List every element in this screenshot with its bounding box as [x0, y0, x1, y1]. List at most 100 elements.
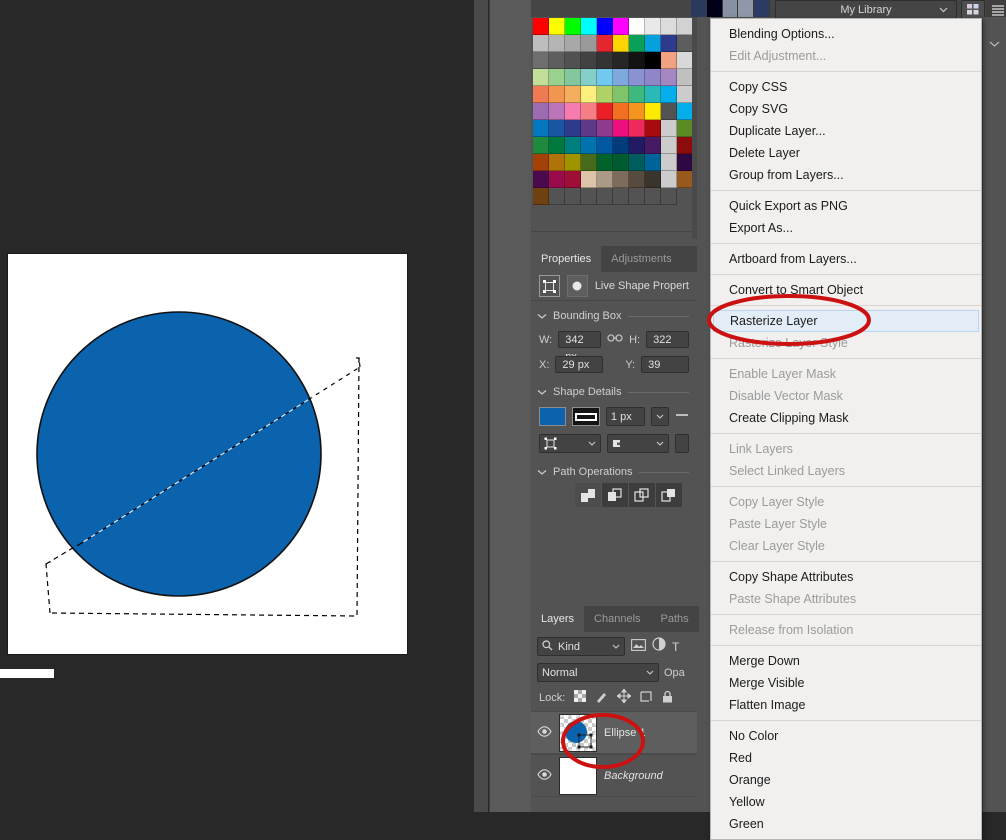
- layer-name-background[interactable]: Background: [604, 770, 663, 782]
- menu-item-flatten-image[interactable]: Flatten Image: [711, 694, 981, 716]
- swatch-5-3[interactable]: [581, 103, 597, 120]
- menu-item-copy-css[interactable]: Copy CSS: [711, 76, 981, 98]
- swatch-8-0[interactable]: [677, 137, 693, 154]
- swatch-10-5[interactable]: [597, 188, 613, 205]
- swatch-6-5[interactable]: [597, 120, 613, 137]
- fg-swatch-0[interactable]: [691, 0, 707, 17]
- section-path-operations[interactable]: Path Operations: [531, 457, 697, 483]
- swatch-9-9[interactable]: [661, 171, 677, 188]
- swatch-3-6[interactable]: [629, 69, 645, 86]
- swatch-0-5[interactable]: [613, 18, 629, 35]
- swatch-1-6[interactable]: [629, 35, 645, 52]
- menu-item-merge-down[interactable]: Merge Down: [711, 650, 981, 672]
- height-input[interactable]: 322: [646, 331, 689, 348]
- menu-item-blending-options[interactable]: Blending Options...: [711, 23, 981, 45]
- swatch-4-2[interactable]: [565, 86, 581, 103]
- combine-shapes-icon[interactable]: [575, 483, 602, 507]
- fg-swatch-3[interactable]: [738, 0, 755, 17]
- swatch-3-8[interactable]: [661, 69, 677, 86]
- menu-item-create-clipping-mask[interactable]: Create Clipping Mask: [711, 407, 981, 429]
- chevron-down-icon[interactable]: [537, 307, 547, 325]
- right-collapsed-rail[interactable]: [982, 17, 1006, 812]
- swatch-2-9[interactable]: [677, 52, 693, 69]
- menu-item-duplicate-layer[interactable]: Duplicate Layer...: [711, 120, 981, 142]
- swatch-9-1[interactable]: [533, 171, 549, 188]
- library-select[interactable]: My Library: [775, 0, 957, 19]
- swatch-7-9[interactable]: [661, 137, 677, 154]
- tab-adjustments[interactable]: Adjustments: [601, 246, 682, 272]
- stroke-line-icon[interactable]: [675, 410, 689, 423]
- menu-item-quick-export-as-png[interactable]: Quick Export as PNG: [711, 195, 981, 217]
- swatches-scrollbar[interactable]: [692, 17, 697, 239]
- swatch-10-4[interactable]: [581, 188, 597, 205]
- stroke-width-combo[interactable]: 1 px: [605, 407, 645, 426]
- stroke-swatch-icon[interactable]: [572, 407, 600, 426]
- swatch-4-4[interactable]: [597, 86, 613, 103]
- lock-artboard-nesting-icon[interactable]: [640, 690, 653, 706]
- x-input[interactable]: 29 px: [555, 356, 604, 373]
- swatch-7-7[interactable]: [629, 137, 645, 154]
- swatch-10-6[interactable]: [613, 188, 629, 205]
- lock-all-icon[interactable]: [662, 690, 673, 706]
- swatch-9-5[interactable]: [597, 171, 613, 188]
- menu-item-artboard-from-layers[interactable]: Artboard from Layers...: [711, 248, 981, 270]
- swatch-6-6[interactable]: [613, 120, 629, 137]
- swatch-1-2[interactable]: [565, 35, 581, 52]
- menu-item-green[interactable]: Green: [711, 813, 981, 835]
- swatch-10-9[interactable]: [661, 188, 677, 205]
- menu-item-orange[interactable]: Orange: [711, 769, 981, 791]
- swatch-5-0[interactable]: [533, 103, 549, 120]
- swatch-9-2[interactable]: [549, 171, 565, 188]
- swatch-5-6[interactable]: [629, 103, 645, 120]
- swatch-2-8[interactable]: [661, 52, 677, 69]
- swatch-10-0[interactable]: [677, 171, 693, 188]
- menu-item-copy-shape-attributes[interactable]: Copy Shape Attributes: [711, 566, 981, 588]
- fg-swatch-2[interactable]: [722, 0, 739, 17]
- swatch-3-7[interactable]: [645, 69, 661, 86]
- eye-icon[interactable]: [537, 724, 552, 742]
- stroke-type-combo[interactable]: [539, 434, 601, 453]
- foreground-swatch-strip[interactable]: [691, 0, 770, 17]
- swatch-6-1[interactable]: [533, 120, 549, 137]
- tab-layers[interactable]: Layers: [531, 606, 585, 632]
- swatch-7-8[interactable]: [645, 137, 661, 154]
- swatch-7-2[interactable]: [549, 137, 565, 154]
- swatch-0-1[interactable]: [549, 18, 565, 35]
- swatch-8-8[interactable]: [645, 154, 661, 171]
- swatch-3-0[interactable]: [533, 69, 549, 86]
- chevron-down-icon[interactable]: [651, 407, 669, 426]
- swatch-7-5[interactable]: [597, 137, 613, 154]
- swatch-0-8[interactable]: [661, 18, 677, 35]
- swatch-4-5[interactable]: [613, 86, 629, 103]
- menu-item-red[interactable]: Red: [711, 747, 981, 769]
- horizontal-scrollbar[interactable]: [0, 669, 54, 678]
- swatch-7-3[interactable]: [565, 137, 581, 154]
- chevron-down-icon[interactable]: [989, 35, 1000, 53]
- section-bounding-box[interactable]: Bounding Box: [531, 301, 697, 327]
- tab-properties[interactable]: Properties: [531, 246, 602, 272]
- fill-color-swatch[interactable]: [539, 407, 567, 426]
- menu-item-yellow[interactable]: Yellow: [711, 791, 981, 813]
- tab-channels[interactable]: Channels: [584, 606, 651, 632]
- tab-paths[interactable]: Paths: [650, 606, 699, 632]
- swatch-1-7[interactable]: [645, 35, 661, 52]
- swatch-6-4[interactable]: [581, 120, 597, 137]
- swatch-0-2[interactable]: [565, 18, 581, 35]
- swatch-2-0[interactable]: [533, 52, 549, 69]
- swatch-3-1[interactable]: [549, 69, 565, 86]
- swatch-5-8[interactable]: [661, 103, 677, 120]
- menu-item-group-from-layers[interactable]: Group from Layers...: [711, 164, 981, 186]
- swatch-4-8[interactable]: [661, 86, 677, 103]
- stroke-cap-combo[interactable]: [675, 434, 689, 453]
- swatch-3-3[interactable]: [581, 69, 597, 86]
- layer-kind-filter[interactable]: Kind: [537, 637, 625, 656]
- swatch-1-9[interactable]: [677, 35, 693, 52]
- chevron-down-icon[interactable]: [537, 383, 547, 401]
- eye-icon[interactable]: [537, 767, 552, 785]
- swatch-0-9[interactable]: [677, 18, 693, 35]
- swatch-1-1[interactable]: [549, 35, 565, 52]
- swatch-6-8[interactable]: [645, 120, 661, 137]
- swatch-4-0[interactable]: [533, 86, 549, 103]
- swatch-4-6[interactable]: [629, 86, 645, 103]
- swatch-1-8[interactable]: [661, 35, 677, 52]
